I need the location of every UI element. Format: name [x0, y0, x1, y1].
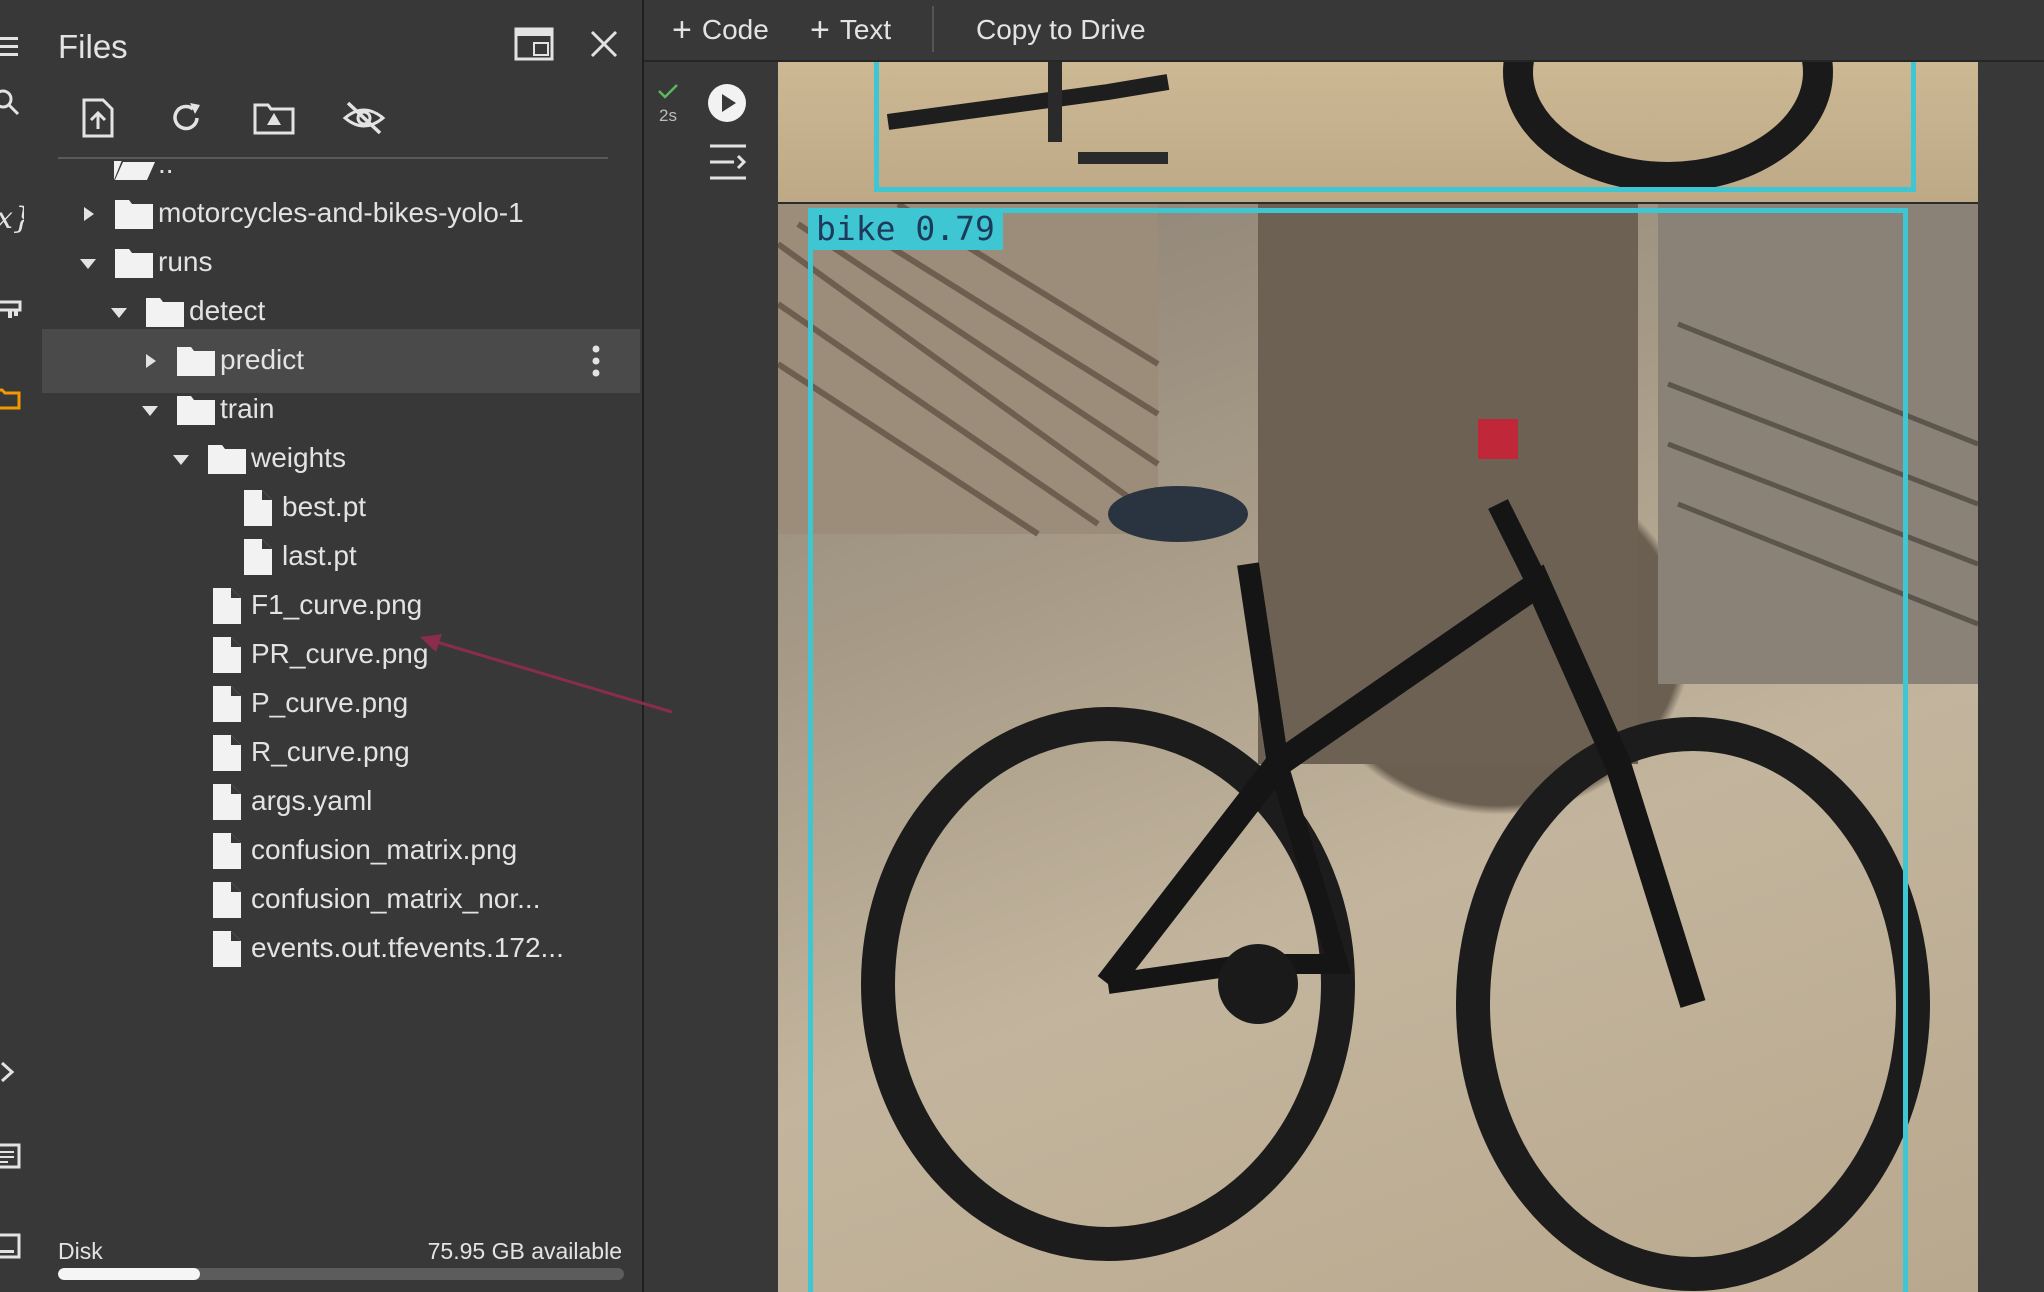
file-icon	[205, 831, 249, 871]
tree-item-label: best.pt	[282, 491, 367, 522]
file-icon	[236, 488, 280, 528]
right-margin	[1978, 62, 2044, 1292]
file-icon	[205, 733, 249, 773]
secrets-key-icon[interactable]	[0, 290, 26, 330]
file-icon	[205, 929, 249, 969]
plus-icon: +	[810, 11, 830, 49]
bbox-top	[874, 62, 1916, 192]
add-text-label: Text	[839, 14, 892, 45]
files-folder-icon[interactable]	[0, 378, 26, 418]
tree-item-label: last.pt	[282, 540, 357, 571]
tree-item-label: F1_curve.png	[251, 589, 423, 620]
open-in-tab-icon[interactable]	[510, 20, 558, 68]
tree-item-label: R_curve.png	[251, 736, 410, 767]
folder-icon	[205, 439, 249, 479]
svg-text:x}: x}	[0, 201, 24, 236]
add-text-button[interactable]: + Text	[810, 8, 891, 52]
left-icon-rail: x}	[0, 0, 40, 1292]
toggle-hidden-files-icon[interactable]	[340, 94, 388, 142]
folder-icon	[174, 341, 218, 381]
file-tree: .. motorcycles-and-bikes-yolo-1 runs detect…	[40, 161, 640, 1236]
close-icon[interactable]	[580, 20, 628, 68]
disk-usage-fill	[58, 1268, 200, 1280]
bbox-bike	[808, 208, 1908, 1292]
toolbar-divider	[58, 157, 608, 159]
chevron-down-icon[interactable]	[74, 249, 102, 277]
command-palette-icon[interactable]	[0, 1136, 26, 1176]
output-actions-icon[interactable]	[706, 142, 750, 187]
tree-item-label: ..	[158, 161, 174, 179]
folder-icon	[174, 390, 218, 430]
cell-output: bike 0.79	[778, 62, 1978, 1292]
disk-available: 75.95 GB available	[427, 1238, 622, 1264]
add-code-button[interactable]: + Code	[672, 8, 769, 52]
tree-item-label: P_curve.png	[251, 687, 409, 718]
check-icon	[656, 82, 680, 105]
refresh-icon[interactable]	[162, 94, 210, 142]
tree-item-label: PR_curve.png	[251, 638, 429, 669]
mount-drive-icon[interactable]	[250, 94, 298, 142]
folder-icon	[112, 194, 156, 234]
folder-icon	[143, 292, 187, 332]
chevron-right-icon[interactable]	[136, 347, 164, 375]
tree-item-label: train	[220, 393, 275, 424]
tree-item-label: confusion_matrix.png	[251, 834, 518, 865]
detection-label: bike 0.79	[808, 208, 1003, 250]
menu-icon[interactable]	[0, 26, 26, 66]
notebook-toolbar: + Code + Text Copy to Drive	[644, 0, 2044, 62]
add-code-label: Code	[701, 14, 769, 45]
tree-item-label: args.yaml	[251, 785, 373, 816]
file-icon	[205, 635, 249, 675]
variables-icon[interactable]: x}	[0, 198, 26, 238]
cell-gutter: 2s	[644, 62, 778, 1292]
copy-to-drive-button[interactable]: Copy to Drive	[976, 8, 1146, 52]
run-cell-icon[interactable]	[706, 82, 748, 129]
tree-item-label: predict	[220, 344, 305, 375]
chevron-down-icon[interactable]	[167, 445, 195, 473]
files-panel: Files .. motorcycles-and-bikes-yolo-1 runs…	[40, 0, 644, 1292]
tree-item-label: detect	[189, 295, 266, 326]
expand-chevron-icon[interactable]	[0, 1052, 26, 1092]
folder-icon	[112, 243, 156, 283]
disk-label: Disk	[58, 1238, 103, 1264]
tree-item-label: weights	[251, 442, 346, 473]
file-icon	[205, 586, 249, 626]
tree-item-label: motorcycles-and-bikes-yolo-1	[158, 197, 524, 228]
tree-item[interactable]: events.out.tfevents.172...	[42, 917, 640, 981]
file-icon	[205, 684, 249, 724]
more-options-icon[interactable]	[586, 343, 606, 379]
toolbar-separator	[932, 6, 934, 52]
terminal-icon[interactable]	[0, 1226, 26, 1266]
panel-title: Files	[58, 28, 128, 65]
tree-item-label: events.out.tfevents.172...	[251, 932, 564, 963]
chevron-down-icon[interactable]	[105, 298, 133, 326]
disk-usage-bar	[58, 1268, 624, 1280]
cell-run-time: 2s	[659, 106, 677, 125]
upload-file-icon[interactable]	[74, 94, 122, 142]
file-icon	[205, 782, 249, 822]
file-icon	[236, 537, 280, 577]
chevron-right-icon[interactable]	[74, 200, 102, 228]
plus-icon: +	[672, 11, 692, 49]
file-icon	[205, 880, 249, 920]
tree-item-label: runs	[158, 246, 213, 277]
search-icon[interactable]	[0, 82, 26, 122]
chevron-down-icon[interactable]	[136, 396, 164, 424]
tree-item-label: confusion_matrix_nor...	[251, 883, 541, 914]
